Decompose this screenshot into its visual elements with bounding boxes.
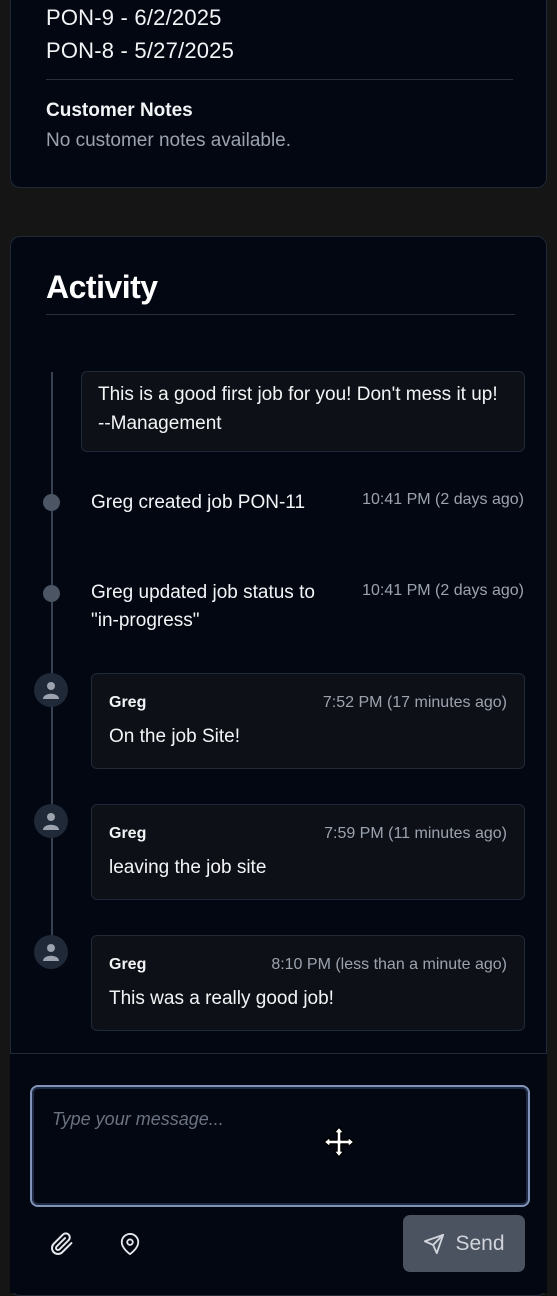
timeline-dot [43, 494, 60, 511]
activity-title: Activity [46, 269, 158, 305]
send-button[interactable]: Send [403, 1215, 525, 1272]
customer-notes-label: Customer Notes [46, 100, 193, 121]
send-icon [424, 1233, 445, 1254]
message-author: Greg [109, 825, 147, 842]
message-text: This was a really good job! [109, 988, 334, 1009]
event-text: Greg created job PON-11 [91, 492, 306, 513]
user-avatar [34, 935, 68, 969]
message-author: Greg [109, 956, 147, 973]
message-text: On the job Site! [109, 726, 240, 747]
move-cursor-icon [323, 1126, 355, 1158]
activity-divider [46, 314, 515, 315]
message-time: 7:59 PM (11 minutes ago) [324, 825, 507, 842]
message-input[interactable] [30, 1085, 530, 1207]
timeline-line [51, 372, 53, 942]
event-text: Greg updated job status to "in-progress" [91, 582, 315, 631]
pon-entry: PON-8 - 5/27/2025 [46, 38, 235, 63]
user-icon [43, 813, 59, 830]
message-time: 8:10 PM (less than a minute ago) [271, 956, 507, 973]
pinned-note-text: This is a good first job for you! Don't … [98, 384, 498, 434]
pon-entry: PON-9 - 6/2/2025 [46, 5, 222, 30]
message-author: Greg [109, 694, 147, 711]
location-button[interactable] [115, 1229, 145, 1259]
message-card: Greg 7:59 PM (11 minutes ago) leaving th… [91, 804, 525, 900]
event-time: 10:41 PM (2 days ago) [362, 491, 524, 508]
attach-button[interactable] [47, 1229, 77, 1259]
timeline-dot [43, 585, 60, 602]
user-avatar [34, 804, 68, 838]
message-composer: Send [10, 1053, 547, 1293]
map-pin-icon [120, 1233, 140, 1255]
customer-notes-value: No customer notes available. [46, 130, 292, 151]
divider [46, 79, 513, 80]
event-time: 10:41 PM (2 days ago) [362, 582, 524, 599]
send-label: Send [455, 1231, 505, 1255]
message-text: leaving the job site [109, 857, 267, 878]
job-details-card: PON-9 - 6/2/2025 PON-8 - 5/27/2025 Custo… [10, 0, 547, 188]
message-card: Greg 8:10 PM (less than a minute ago) Th… [91, 935, 525, 1031]
pinned-note: This is a good first job for you! Don't … [81, 371, 525, 452]
paperclip-icon [51, 1232, 73, 1255]
message-time: 7:52 PM (17 minutes ago) [322, 694, 507, 711]
message-card: Greg 7:52 PM (17 minutes ago) On the job… [91, 673, 525, 769]
user-avatar [34, 673, 68, 707]
user-icon [43, 944, 59, 961]
user-icon [43, 682, 59, 699]
